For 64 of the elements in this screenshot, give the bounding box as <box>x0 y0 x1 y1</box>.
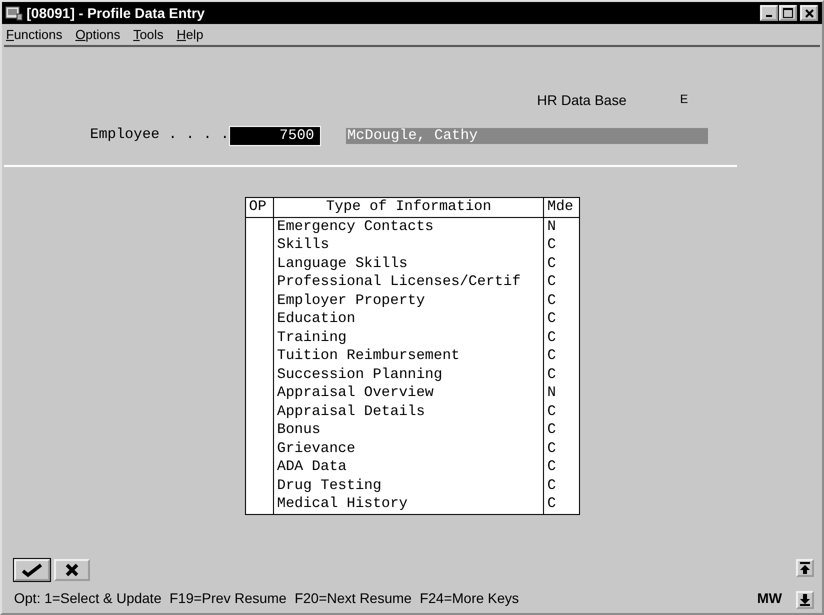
table-cell: Employer Property <box>274 292 544 310</box>
table-cell: C <box>544 310 580 328</box>
table-cell: ADA Data <box>274 458 544 476</box>
cross-icon <box>64 563 80 577</box>
maximize-button[interactable] <box>778 5 796 21</box>
table-cell: C <box>544 292 580 310</box>
table-cell: N <box>544 384 580 402</box>
menu-item[interactable]: Help <box>172 24 212 44</box>
table-cell: Language Skills <box>274 254 544 273</box>
employee-name: McDougle, Cathy <box>346 128 708 144</box>
arrow-up-to-top-icon <box>800 562 810 574</box>
table-cell: C <box>544 402 580 421</box>
minimize-button[interactable] <box>760 5 778 21</box>
table-cell: C <box>544 495 580 514</box>
table-cell: Drug Testing <box>274 476 544 495</box>
table-cell: C <box>544 254 580 273</box>
table-cell: Training <box>274 328 544 347</box>
function-key-hint: F19=Prev Resume <box>169 589 287 608</box>
function-key-hint: F24=More Keys <box>420 589 519 608</box>
checkmark-icon <box>21 563 43 577</box>
table-cell: Succession Planning <box>274 366 544 384</box>
table-cell: C <box>544 458 580 476</box>
scroll-down-button[interactable] <box>796 591 814 609</box>
maximize-icon <box>782 8 792 18</box>
table-cell: Medical History <box>274 495 544 514</box>
menu-item[interactable]: Functions <box>2 24 72 44</box>
ok-button[interactable] <box>14 559 50 581</box>
table-cell: Skills <box>274 236 544 254</box>
table-cell: C <box>544 440 580 458</box>
database-code: E <box>680 91 688 108</box>
close-button[interactable] <box>800 5 818 21</box>
table-cell: C <box>544 366 580 384</box>
function-key-hint: Opt: 1=Select & Update <box>14 589 162 608</box>
table-cell: Tuition Reimbursement <box>274 347 544 366</box>
employee-field[interactable]: 7500 <box>229 126 322 146</box>
table-cell: Bonus <box>274 421 544 440</box>
table-cell: Appraisal Details <box>274 402 544 421</box>
database-label: HR Data Base <box>537 91 626 110</box>
column-header: Type of Information <box>274 198 544 217</box>
table-cell: C <box>544 273 580 292</box>
table-cell: Professional Licenses/Certif <box>274 273 544 292</box>
app-icon <box>5 5 23 21</box>
arrow-down-icon <box>800 594 810 606</box>
column-header: Mde <box>544 198 580 217</box>
window-title: [08091] - Profile Data Entry <box>26 4 205 23</box>
close-icon <box>804 8 814 18</box>
menu-item[interactable]: Options <box>71 24 130 44</box>
table-cell: N <box>544 217 580 236</box>
menu-item[interactable]: Tools <box>129 24 173 44</box>
table-cell: C <box>544 347 580 366</box>
table-cell: C <box>544 236 580 254</box>
table-cell: C <box>544 328 580 347</box>
table-cell: Emergency Contacts <box>274 217 544 236</box>
table-cell: C <box>544 421 580 440</box>
table-cell: Education <box>274 310 544 328</box>
scroll-top-button[interactable] <box>796 559 814 577</box>
column-header: OP <box>246 198 274 217</box>
employee-label: Employee . . . . <box>90 126 230 145</box>
mode-indicator: MW <box>757 589 782 608</box>
cancel-button[interactable] <box>54 559 90 581</box>
table-cell: C <box>544 476 580 495</box>
table-cell: Appraisal Overview <box>274 384 544 402</box>
function-key-hint: F20=Next Resume <box>294 589 412 608</box>
table-cell: Grievance <box>274 440 544 458</box>
